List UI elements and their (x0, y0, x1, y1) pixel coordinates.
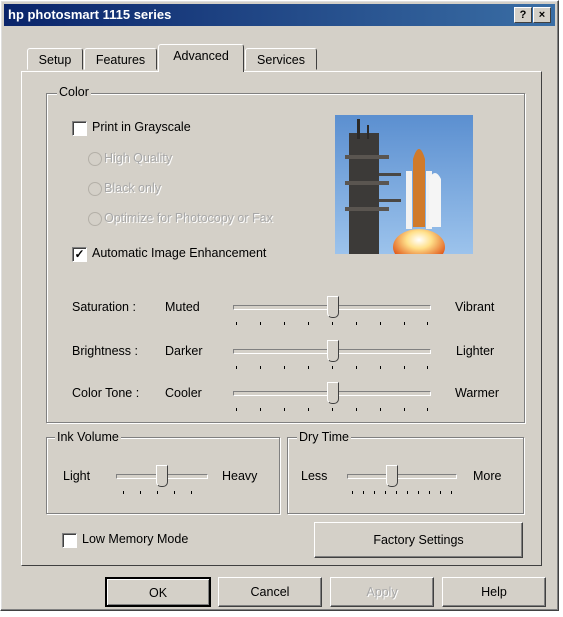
help-button[interactable]: Help (442, 577, 546, 607)
color-tone-slider-thumb[interactable] (327, 382, 339, 404)
color-tone-max-label: Warmer (455, 386, 499, 400)
dry-time-track (347, 474, 457, 479)
dry-time-legend: Dry Time (297, 430, 351, 444)
optimize-photocopy-label: Optimize for Photocopy or Fax (104, 211, 273, 225)
color-tone-label: Color Tone : (72, 386, 140, 400)
ink-volume-slider-thumb[interactable] (156, 465, 168, 487)
color-tone-min-label: Cooler (165, 386, 202, 400)
saturation-label: Saturation : (72, 300, 136, 314)
saturation-min-label: Muted (165, 300, 200, 314)
color-group-legend: Color (57, 85, 91, 99)
ink-volume-legend: Ink Volume (55, 430, 121, 444)
brightness-max-label: Lighter (456, 344, 495, 358)
dry-time-max-label: More (473, 469, 502, 483)
ink-volume-max-label: Heavy (222, 469, 258, 483)
close-icon[interactable]: × (533, 7, 551, 23)
saturation-slider-thumb[interactable] (327, 296, 339, 318)
brightness-slider-thumb[interactable] (327, 340, 339, 362)
color-tone-ticks (236, 408, 428, 411)
window-title: hp photosmart 1115 series (8, 7, 172, 22)
auto-enhancement-label: Automatic Image Enhancement (92, 246, 267, 260)
low-memory-checkbox[interactable] (62, 533, 77, 548)
help-icon[interactable]: ? (514, 7, 532, 23)
tab-services[interactable]: Services (245, 48, 317, 70)
print-grayscale-label: Print in Grayscale (92, 120, 191, 134)
black-only-radio[interactable] (88, 182, 102, 196)
saturation-max-label: Vibrant (455, 300, 495, 314)
factory-settings-button[interactable]: Factory Settings (314, 522, 523, 558)
high-quality-radio[interactable] (88, 152, 102, 166)
optimize-photocopy-radio[interactable] (88, 212, 102, 226)
dry-time-min-label: Less (301, 469, 328, 483)
low-memory-label: Low Memory Mode (82, 532, 189, 546)
brightness-label: Brightness : (72, 344, 139, 358)
dry-time-slider-thumb[interactable] (386, 465, 398, 487)
print-grayscale-checkbox[interactable] (72, 121, 87, 136)
saturation-ticks (236, 322, 428, 325)
tab-advanced[interactable]: Advanced (158, 44, 244, 72)
apply-button[interactable]: Apply (330, 577, 434, 607)
ok-button[interactable]: OK (105, 577, 211, 607)
cancel-button[interactable]: Cancel (218, 577, 322, 607)
black-only-label: Black only (104, 181, 161, 195)
tab-setup[interactable]: Setup (27, 48, 83, 70)
ink-volume-ticks (123, 491, 193, 494)
dry-time-ticks (352, 491, 452, 494)
tab-features[interactable]: Features (84, 48, 157, 70)
auto-enhancement-checkbox[interactable]: ✓ (72, 247, 87, 262)
high-quality-label: High Quality (104, 151, 173, 165)
brightness-min-label: Darker (165, 344, 203, 358)
title-bar: hp photosmart 1115 series ? × (4, 4, 555, 26)
brightness-ticks (236, 366, 428, 369)
ink-volume-min-label: Light (63, 469, 91, 483)
preview-image (335, 115, 473, 254)
